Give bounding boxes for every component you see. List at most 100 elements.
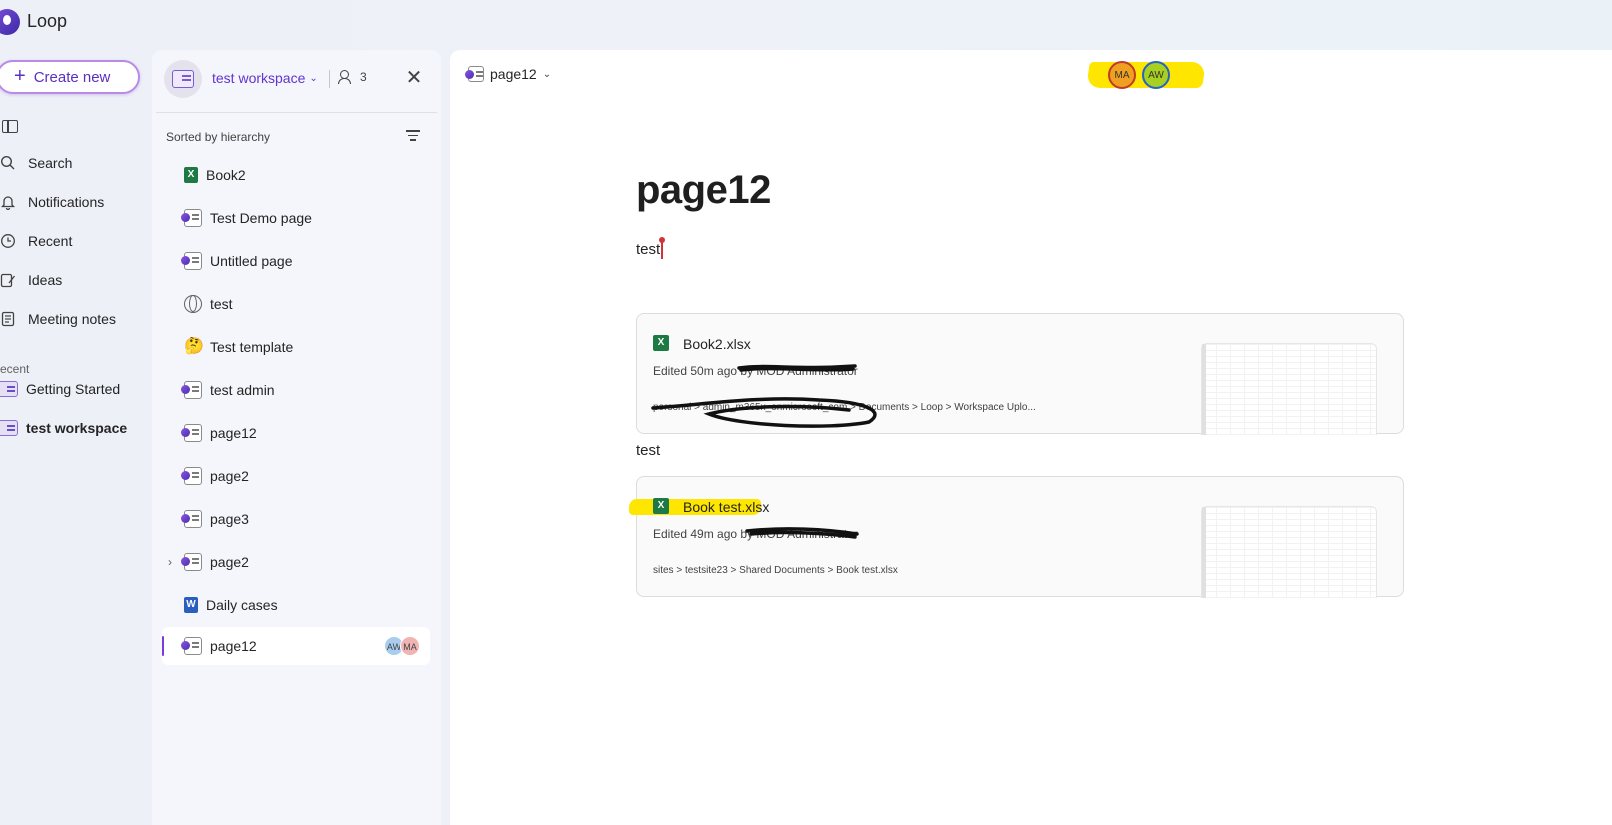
create-new-label: Create new: [33, 68, 111, 86]
chevron-down-icon: ⌄: [542, 68, 552, 80]
notes-icon: [1, 311, 15, 327]
tree-item-untitled-page[interactable]: Untitled page: [162, 242, 430, 280]
loop-page-icon: [181, 424, 202, 442]
tree-item-label: Daily cases: [206, 597, 278, 613]
tree-item-label: page2: [210, 554, 249, 570]
clock-icon: [1, 234, 15, 248]
file-card-title[interactable]: Book2.xlsx: [683, 336, 751, 352]
nav-item-recent[interactable]: Recent: [0, 227, 72, 255]
excel-icon: X: [653, 335, 669, 351]
loop-page-icon: [181, 553, 202, 571]
plus-icon: +: [14, 65, 26, 87]
tree-item-test[interactable]: test: [162, 285, 430, 323]
excel-icon: X: [653, 498, 669, 514]
tree-item-test-template[interactable]: 🤔 Test template: [162, 328, 430, 366]
tree-item-page2[interactable]: page2: [162, 457, 430, 495]
nav-item-label: Recent: [28, 233, 73, 249]
presence-avatars: AW MA: [384, 636, 420, 656]
nav-item-meeting-notes[interactable]: Meeting notes: [0, 305, 116, 333]
people-icon: [338, 70, 354, 84]
workspace-avatar: [164, 60, 202, 98]
recent-heading: ecent: [0, 362, 30, 376]
tree-item-page2-expandable[interactable]: › page2: [162, 543, 430, 581]
nav-item-label: Meeting notes: [28, 311, 116, 327]
tree-item-daily-cases[interactable]: W Daily cases: [162, 586, 430, 624]
tree-item-label: page3: [210, 511, 249, 527]
avatar: MA: [400, 636, 420, 656]
member-count: 3: [360, 70, 367, 84]
file-card-path: sites > testsite23 > Shared Documents > …: [653, 565, 898, 576]
workspace-name-dropdown[interactable]: test workspace ⌄: [212, 70, 318, 86]
file-card-book-test[interactable]: X Book test.xlsx Edited 49m ago by MOD A…: [629, 476, 1404, 598]
nav-item-label: Search: [28, 155, 73, 171]
chevron-down-icon: ⌄: [309, 72, 318, 84]
tree-item-label: page12: [210, 425, 257, 441]
left-nav: + Create new Search Notifications Recent…: [0, 50, 150, 825]
tree-item-test-admin[interactable]: test admin: [162, 371, 430, 409]
file-card-meta: Edited 49m ago by MOD Administrator: [653, 527, 858, 541]
tree-item-book2[interactable]: X Book2: [162, 156, 430, 194]
word-icon: W: [184, 597, 198, 613]
top-bar: Loop: [0, 0, 1612, 46]
chevron-right-icon[interactable]: ›: [168, 555, 172, 569]
page-canvas: page12 ⌄ MA AW page12 test X Book2.xlsx …: [450, 50, 1612, 825]
excel-icon: X: [184, 167, 198, 183]
workspace-panel: test workspace ⌄ 3 ✕ Sorted by hierarchy…: [152, 50, 441, 825]
tree-item-label: Test template: [210, 339, 294, 355]
tree-item-page3[interactable]: page3: [162, 500, 430, 538]
file-card-meta: Edited 50m ago by MOD Administrator: [653, 364, 858, 378]
avatar-ma[interactable]: MA: [1108, 61, 1136, 89]
tree-item-page12[interactable]: page12: [162, 414, 430, 452]
loop-page-icon: [181, 381, 202, 399]
file-card-title[interactable]: Book test.xlsx: [683, 499, 769, 515]
file-card-path: personal > admin_m365x_onmicrosoft_com >…: [653, 402, 1036, 413]
workspace-icon: [172, 70, 194, 88]
loop-page-icon: [181, 252, 202, 270]
text-cursor: [659, 237, 665, 259]
close-panel-icon[interactable]: ✕: [404, 68, 424, 88]
nav-item-ideas[interactable]: Ideas: [0, 266, 62, 294]
workspace-icon: [0, 381, 18, 397]
loop-logo-icon: [0, 9, 20, 35]
loop-page-icon: [465, 66, 484, 82]
recent-item-test-workspace[interactable]: test workspace: [0, 414, 127, 442]
tree-item-page12-selected[interactable]: page12 AW MA: [162, 627, 430, 665]
nav-item-search[interactable]: Search: [0, 149, 72, 177]
nav-item-label: Notifications: [28, 194, 105, 210]
nav-item-label: Ideas: [28, 272, 63, 288]
thinking-emoji-icon: 🤔: [184, 338, 204, 355]
search-icon: [0, 155, 15, 170]
recent-item-label: Getting Started: [26, 381, 121, 397]
app-name: Loop: [27, 11, 68, 31]
recent-item-getting-started[interactable]: Getting Started: [0, 375, 120, 403]
tree-item-label: Test Demo page: [210, 210, 312, 226]
filter-icon[interactable]: [406, 130, 420, 141]
tree-item-label: test: [210, 296, 233, 312]
loop-page-icon: [181, 209, 202, 227]
workspace-name: test workspace: [212, 70, 306, 86]
file-thumbnail: [1201, 343, 1377, 435]
paragraph-text[interactable]: test: [636, 241, 660, 258]
workspace-icon: [0, 420, 18, 436]
collapse-sidebar-icon[interactable]: [2, 120, 18, 133]
recent-item-label: test workspace: [26, 420, 128, 436]
divider: [329, 70, 330, 88]
ideas-icon: [0, 273, 16, 288]
avatar-aw[interactable]: AW: [1142, 61, 1170, 89]
file-card-book2[interactable]: X Book2.xlsx Edited 50m ago by MOD Admin…: [636, 313, 1404, 435]
tree-item-label: Untitled page: [210, 253, 293, 269]
page-title[interactable]: page12: [636, 168, 771, 213]
tree-item-test-demo-page[interactable]: Test Demo page: [162, 199, 430, 237]
paragraph-text[interactable]: test: [636, 442, 660, 459]
divider: [156, 112, 437, 113]
sort-label: Sorted by hierarchy: [166, 130, 271, 144]
presence-bar: MA AW: [1086, 58, 1206, 92]
file-thumbnail: [1201, 506, 1377, 598]
create-new-button[interactable]: + Create new: [0, 60, 140, 94]
nav-item-notifications[interactable]: Notifications: [0, 188, 104, 216]
tree-item-label: page2: [210, 468, 249, 484]
members-button[interactable]: 3: [338, 70, 367, 84]
breadcrumb[interactable]: page12 ⌄: [464, 66, 551, 82]
loop-page-icon: [181, 467, 202, 485]
bell-icon: [0, 196, 16, 210]
